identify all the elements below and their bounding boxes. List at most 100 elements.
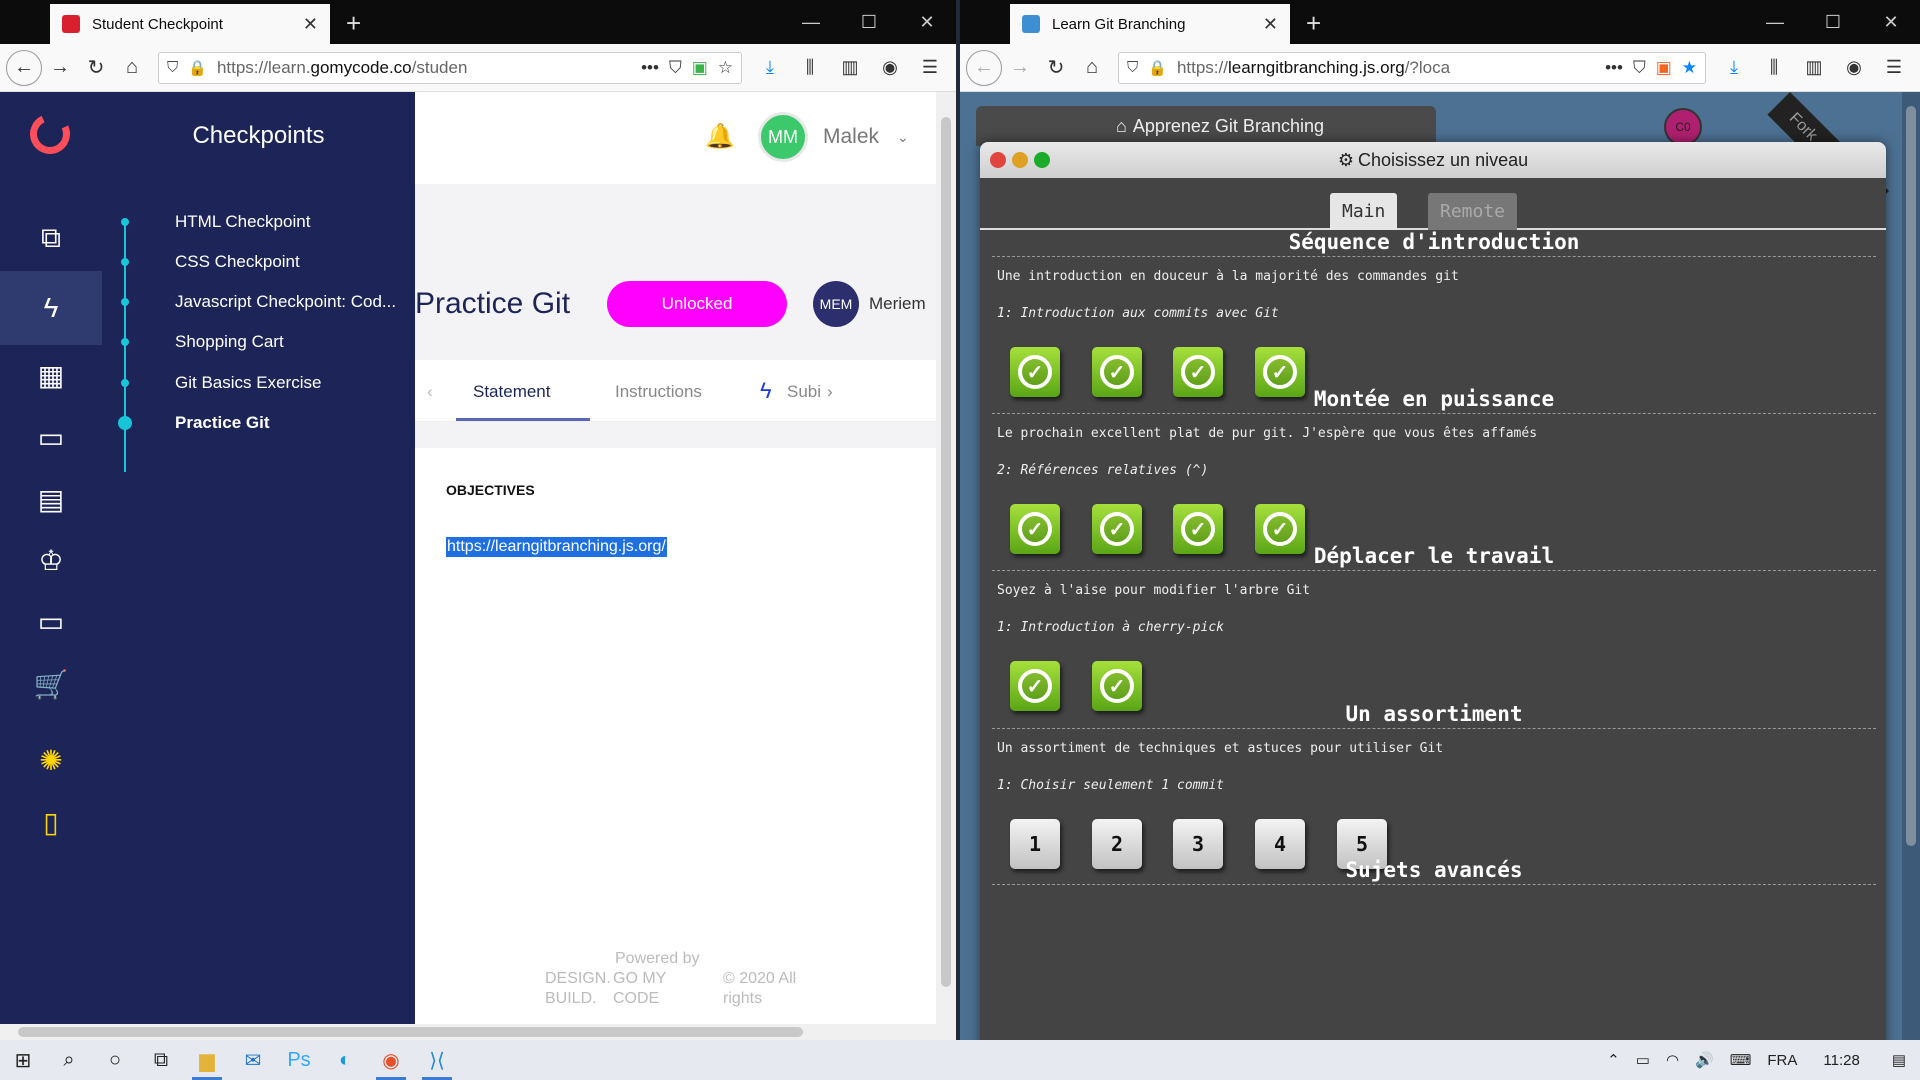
firefox-icon[interactable]: ◉: [368, 1040, 414, 1080]
network-icon[interactable]: ◠: [1666, 1051, 1679, 1069]
lock-icon[interactable]: 🔒: [188, 59, 207, 77]
scroll-thumb[interactable]: [18, 1027, 803, 1037]
extension-icon[interactable]: ▣: [692, 58, 708, 78]
panel-title: Checkpoints: [192, 122, 325, 149]
checkpoint-item[interactable]: Git Basics Exercise: [102, 368, 415, 398]
bell-icon[interactable]: 🔔: [705, 122, 735, 151]
user-name[interactable]: Malek: [823, 125, 879, 149]
vertical-scrollbar[interactable]: [1902, 92, 1920, 1040]
url-bar[interactable]: ⛉ 🔒 https://learn.gomycode.co/studen •••…: [158, 51, 742, 84]
home-button[interactable]: ⌂: [114, 50, 150, 86]
menu-icon[interactable]: ☰: [1874, 57, 1914, 78]
minimize-icon[interactable]: —: [782, 0, 840, 44]
url-bar[interactable]: ⛉ 🔒 https://learngitbranching.js.org/?lo…: [1118, 51, 1706, 84]
shield-icon[interactable]: ⛉: [1127, 59, 1138, 76]
back-button[interactable]: ←: [966, 49, 1002, 86]
close-light-icon[interactable]: [990, 152, 1006, 168]
battery-icon[interactable]: ▭: [1636, 1051, 1650, 1069]
pocket-icon[interactable]: ⛉: [1633, 58, 1646, 78]
account-icon[interactable]: ◉: [870, 57, 910, 78]
scroll-thumb[interactable]: [1906, 106, 1916, 846]
reload-button[interactable]: ↻: [1038, 50, 1074, 86]
chevron-down-icon[interactable]: ⌄: [897, 129, 909, 146]
forward-button[interactable]: →: [42, 50, 78, 86]
checkpoint-item[interactable]: Shopping Cart: [102, 327, 415, 357]
page-actions-icon[interactable]: •••: [1605, 58, 1623, 78]
maximize-icon[interactable]: ☐: [840, 0, 898, 44]
bookmark-star-icon[interactable]: ☆: [718, 58, 733, 78]
dialog-titlebar: ⚙ Choisissez un niveau: [980, 142, 1886, 178]
tab-learn-git-branching[interactable]: Learn Git Branching ✕: [1010, 4, 1290, 44]
volume-icon[interactable]: 🔊: [1695, 1051, 1714, 1069]
chevron-up-icon[interactable]: ⌃: [1607, 1051, 1620, 1069]
tab-statement[interactable]: Statement: [473, 382, 551, 402]
forward-button[interactable]: →: [1002, 50, 1038, 86]
minimize-light-icon[interactable]: [1012, 152, 1028, 168]
vertical-scrollbar[interactable]: [936, 92, 956, 1024]
keyboard-icon[interactable]: ⌨: [1730, 1051, 1752, 1069]
tab-student-checkpoint[interactable]: Student Checkpoint ✕: [50, 4, 330, 44]
cart-icon[interactable]: 🛒: [0, 647, 102, 721]
cortana-icon[interactable]: ○: [92, 1040, 138, 1080]
close-window-icon[interactable]: ✕: [898, 0, 956, 44]
file-explorer-icon[interactable]: ▆: [184, 1040, 230, 1080]
extension-icon[interactable]: ▣: [1656, 58, 1672, 78]
maximize-icon[interactable]: ☐: [1804, 0, 1862, 44]
clock[interactable]: 11:28: [1823, 1052, 1859, 1069]
mentor-name: Meriem: [869, 294, 926, 313]
search-icon[interactable]: ⌕: [46, 1040, 92, 1080]
mail-icon[interactable]: ✉: [230, 1040, 276, 1080]
gomycode-logo-icon[interactable]: [24, 108, 76, 160]
checkpoint-item-active[interactable]: Practice Git: [102, 408, 415, 438]
tabs-prev-icon[interactable]: ‹: [427, 382, 433, 402]
close-window-icon[interactable]: ✕: [1862, 0, 1920, 44]
horizontal-scrollbar[interactable]: [0, 1024, 956, 1040]
close-tab-icon[interactable]: ✕: [303, 14, 318, 35]
vscode-icon[interactable]: ⟩⟨: [414, 1040, 460, 1080]
tab-main[interactable]: Main: [1330, 193, 1398, 230]
windows-start-icon[interactable]: ⊞: [0, 1040, 46, 1080]
edge-icon[interactable]: ◐: [322, 1040, 368, 1080]
lock-icon[interactable]: 🔒: [1148, 59, 1167, 77]
checkpoint-item[interactable]: CSS Checkpoint: [102, 247, 415, 277]
pocket-icon[interactable]: ⛉: [669, 58, 682, 78]
reload-button[interactable]: ↻: [78, 50, 114, 86]
courses-icon[interactable]: ⧉: [0, 201, 102, 275]
tablet-icon[interactable]: ▯: [0, 785, 102, 859]
back-button[interactable]: ←: [6, 49, 42, 86]
menu-icon[interactable]: ☰: [910, 57, 950, 78]
library-icon[interactable]: ⫼: [1754, 57, 1794, 78]
sidebar-icon[interactable]: ▥: [830, 57, 870, 78]
minimize-icon[interactable]: —: [1746, 0, 1804, 44]
new-tab-button[interactable]: +: [346, 4, 361, 44]
close-tab-icon[interactable]: ✕: [1263, 14, 1278, 35]
page-actions-icon[interactable]: •••: [641, 58, 659, 78]
tab-remote[interactable]: Remote: [1428, 193, 1518, 230]
task-view-icon[interactable]: ⧉: [138, 1040, 184, 1080]
account-icon[interactable]: ◉: [1834, 57, 1874, 78]
objective-link[interactable]: https://learngitbranching.js.org/: [446, 537, 667, 557]
shield-icon[interactable]: ⛉: [167, 59, 178, 76]
zoom-light-icon[interactable]: [1034, 152, 1050, 168]
home-button[interactable]: ⌂: [1074, 50, 1110, 86]
checkpoint-item[interactable]: Javascript Checkpoint: Cod...: [102, 287, 415, 317]
notifications-icon[interactable]: ▤: [1892, 1051, 1906, 1069]
checkpoints-bolt-icon[interactable]: ϟ: [0, 271, 102, 345]
tabs-next-icon[interactable]: ›: [827, 382, 833, 402]
download-icon[interactable]: ⤓: [1714, 57, 1754, 78]
language-indicator[interactable]: FRA: [1767, 1052, 1797, 1069]
commit-node: C0: [1664, 108, 1702, 146]
tab-instructions[interactable]: Instructions: [615, 382, 702, 402]
photoshop-icon[interactable]: Ps: [276, 1040, 322, 1080]
bookmark-star-icon[interactable]: ★: [1682, 58, 1697, 78]
download-icon[interactable]: ⤓: [750, 57, 790, 78]
section-title: Déplacer le travail: [992, 544, 1876, 571]
checkpoint-item[interactable]: HTML Checkpoint: [102, 207, 415, 237]
sidebar-icon[interactable]: ▥: [1794, 57, 1834, 78]
new-tab-button[interactable]: +: [1306, 4, 1321, 44]
avatar[interactable]: MM: [758, 112, 808, 162]
scroll-thumb[interactable]: [941, 117, 951, 987]
tab-submission[interactable]: Subi: [787, 382, 821, 402]
window-lights: [990, 152, 1056, 168]
library-icon[interactable]: ⫼: [790, 57, 830, 78]
